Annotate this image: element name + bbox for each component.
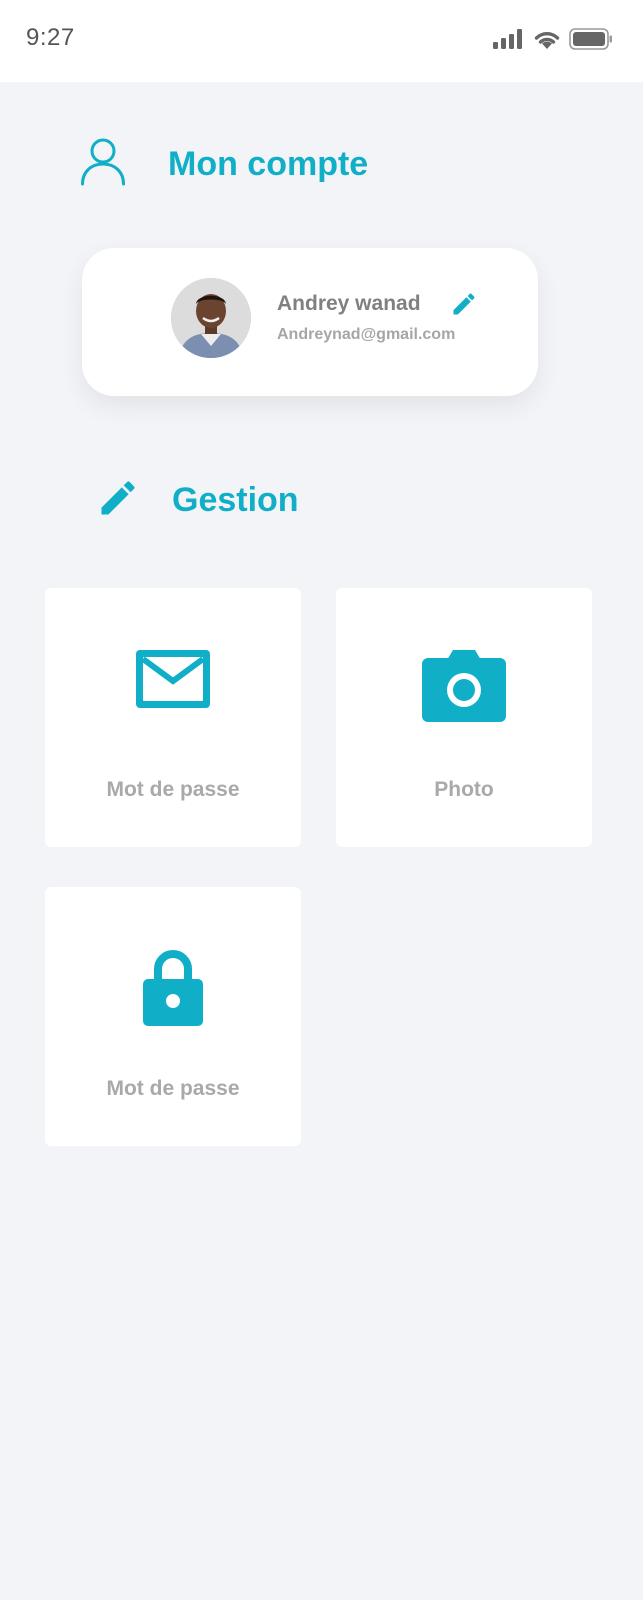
pencil-icon — [453, 293, 475, 315]
pencil-icon — [101, 481, 135, 515]
profile-card: Andrey wanad Andreynad@gmail.com — [82, 248, 538, 396]
tile-label: Mot de passe — [106, 778, 240, 801]
status-time: 9:27 — [26, 24, 75, 51]
profile-email: Andreynad@gmail.com — [277, 326, 456, 343]
account-section-title: Mon compte — [168, 145, 369, 183]
account-section-header: Mon compte — [80, 138, 368, 191]
gestion-section-header: Gestion — [96, 476, 299, 525]
camera-icon — [422, 650, 506, 722]
status-icons — [493, 28, 613, 50]
lock-icon — [143, 950, 203, 1026]
tile-photo[interactable]: Photo — [336, 588, 592, 847]
profile-name: Andrey wanad — [277, 292, 421, 315]
avatar — [171, 278, 251, 358]
signal-icon — [493, 29, 522, 49]
battery-icon — [569, 28, 612, 50]
gestion-section-title: Gestion — [172, 481, 299, 519]
tile-password-email[interactable]: Mot de passe — [45, 588, 301, 847]
mail-icon — [136, 650, 210, 708]
user-icon — [81, 138, 125, 186]
tile-label: Photo — [434, 778, 494, 801]
tile-label: Mot de passe — [106, 1077, 240, 1100]
status-bar: 9:27 — [0, 0, 643, 82]
tile-password-lock[interactable]: Mot de passe — [45, 887, 301, 1146]
wifi-icon — [534, 32, 560, 49]
edit-profile-button[interactable] — [450, 290, 478, 318]
